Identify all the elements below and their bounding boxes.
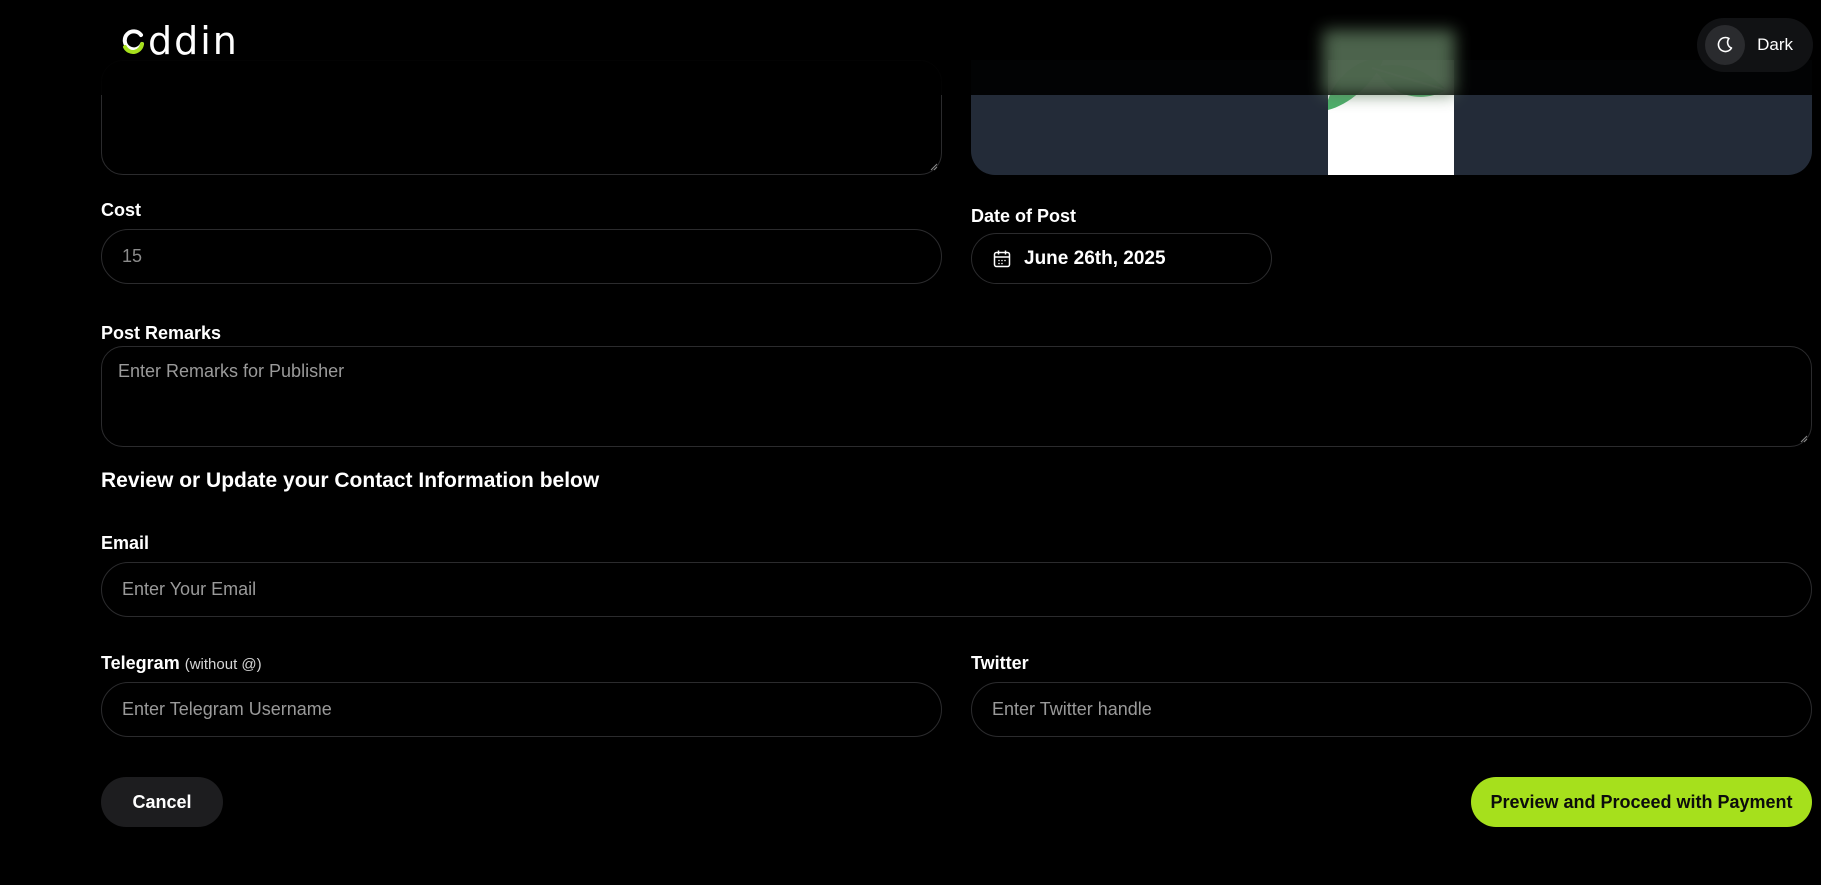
calendar-icon — [993, 250, 1011, 267]
moon-icon — [1705, 25, 1746, 65]
email-placeholder: Enter Your Email — [122, 579, 257, 599]
cost-label: Cost — [101, 200, 141, 220]
logo-text: ddin — [148, 19, 239, 63]
post-remarks-label: Post Remarks — [101, 323, 222, 343]
date-of-post-label: Date of Post — [971, 206, 1077, 226]
top-header: ddin Dark — [0, 0, 1821, 95]
page: ddin Dark Cost 15 Date of Post June 26th… — [0, 0, 1821, 885]
brand-logo[interactable]: ddin — [120, 20, 239, 62]
telegram-label: Telegram (without @) — [101, 653, 262, 674]
twitter-label: Twitter — [971, 653, 1029, 673]
email-input[interactable]: Enter Your Email — [101, 562, 1812, 617]
resize-handle-icon[interactable] — [1798, 433, 1808, 443]
date-picker-button[interactable]: June 26th, 2025 — [971, 233, 1272, 284]
theme-toggle-button[interactable]: Dark — [1697, 18, 1813, 72]
telegram-hint: (without @) — [184, 656, 262, 673]
twitter-input[interactable]: Enter Twitter handle — [971, 682, 1812, 737]
contact-section-heading: Review or Update your Contact Informatio… — [101, 469, 600, 492]
post-remarks-textarea[interactable]: Enter Remarks for Publisher — [101, 346, 1812, 447]
theme-label: Dark — [1757, 35, 1793, 54]
logo-swirl-icon — [122, 29, 144, 54]
telegram-input[interactable]: Enter Telegram Username — [101, 682, 942, 737]
cost-value: 15 — [122, 246, 143, 266]
preview-proceed-payment-button[interactable]: Preview and Proceed with Payment — [1471, 777, 1812, 827]
telegram-label-text: Telegram — [101, 653, 180, 673]
email-label: Email — [101, 533, 150, 553]
cancel-button[interactable]: Cancel — [101, 777, 223, 827]
date-value: June 26th, 2025 — [1024, 247, 1166, 269]
blurred-image-edge — [1323, 30, 1455, 95]
cost-input[interactable]: 15 — [101, 229, 942, 284]
telegram-placeholder: Enter Telegram Username — [122, 699, 332, 719]
twitter-placeholder: Enter Twitter handle — [992, 699, 1152, 719]
post-remarks-placeholder: Enter Remarks for Publisher — [118, 361, 345, 381]
resize-handle-icon[interactable] — [928, 161, 938, 171]
